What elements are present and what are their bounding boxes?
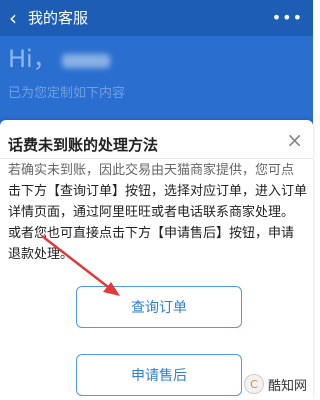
instruction-line-3: 详情页面，通过阿里旺旺或者电话联系商家处理。	[8, 205, 295, 220]
blurred-username	[62, 54, 110, 68]
divider	[0, 158, 313, 159]
close-icon[interactable]: ×	[286, 130, 303, 150]
subtitle-text: 已为您定制如下内容	[8, 86, 126, 101]
back-arrow-icon[interactable]: ‹	[4, 8, 22, 28]
more-options-icon[interactable]: •••	[272, 8, 303, 27]
instruction-line-2: 击下方【查询订单】按钮，选择对应订单，进入订单	[8, 184, 308, 199]
query-order-button[interactable]: 查询订单	[76, 286, 242, 328]
watermark: C 酷知网	[243, 374, 307, 394]
help-sheet: 话费未到账的处理方法 × 若确实未到账，因此交易由天猫商家提供，您可点 击下方【…	[0, 120, 313, 400]
instruction-text: 若确实未到账，因此交易由天猫商家提供，您可点 击下方【查询订单】按钮，选择对应订…	[8, 160, 308, 265]
page-title: 我的客服	[28, 9, 89, 27]
instruction-line-5: 退款处理。	[8, 247, 74, 262]
nav-bar: ‹ 我的客服 •••	[0, 0, 313, 36]
apply-after-sales-button[interactable]: 申请售后	[76, 354, 242, 396]
instruction-line-1: 若确实未到账，因此交易由天猫商家提供，您可点	[8, 163, 295, 178]
watermark-text: 酷知网	[267, 378, 307, 394]
watermark-logo-icon: C	[243, 374, 264, 394]
sheet-title: 话费未到账的处理方法	[8, 136, 159, 154]
instruction-line-4: 或者您也可直接点击下方【申请售后】按钮，申请	[8, 226, 295, 241]
greeting-text: Hi，	[8, 45, 57, 73]
